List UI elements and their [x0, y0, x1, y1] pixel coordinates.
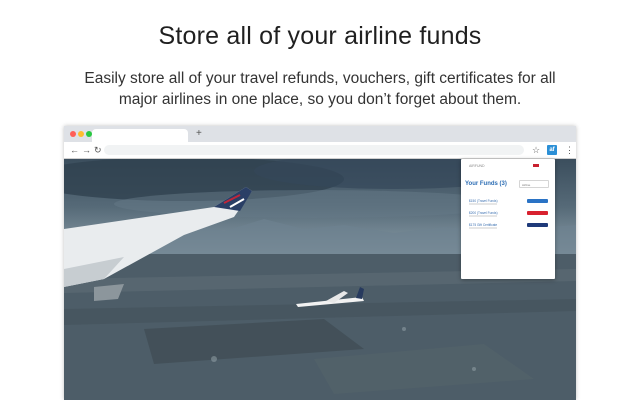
fund-detail-line [469, 227, 497, 229]
fund-item[interactable]: $175 Gift Certificate [469, 223, 551, 233]
airline-filter-select[interactable]: Airline [519, 180, 549, 188]
back-arrow-icon[interactable]: ← [70, 144, 79, 156]
fund-item[interactable]: $200 (Travel Funds) [469, 211, 551, 221]
popup-brand: AIRFUND [469, 164, 485, 168]
browser-tab[interactable] [92, 129, 188, 142]
browser-toolbar: ← → ↻ ☆ af ⋮ [64, 142, 576, 159]
forward-arrow-icon[interactable]: → [82, 144, 91, 156]
reload-icon[interactable]: ↻ [94, 144, 102, 156]
browser-window: + ← → ↻ ☆ af ⋮ AIRFUND Your Funds (3) Ai… [64, 126, 576, 400]
browser-menu-icon[interactable]: ⋮ [565, 144, 574, 156]
tab-strip: + [64, 126, 576, 142]
new-tab-icon[interactable]: + [196, 128, 202, 140]
fund-item[interactable]: $150 (Travel Funds) [469, 199, 551, 209]
airline-badge [527, 223, 548, 227]
subheadline: Easily store all of your travel refunds,… [84, 70, 556, 108]
airline-funds-extension-icon[interactable]: af [547, 145, 557, 155]
close-window-dot[interactable] [70, 131, 76, 137]
bookmark-star-icon[interactable]: ☆ [532, 144, 540, 156]
flag-icon [533, 164, 539, 167]
minimize-window-dot[interactable] [78, 131, 84, 137]
fund-detail-line [469, 203, 497, 205]
funds-title: Your Funds (3) [465, 181, 507, 187]
extension-popup: AIRFUND Your Funds (3) Airline $150 (Tra… [461, 159, 555, 279]
headline: Store all of your airline funds [158, 22, 482, 50]
airline-badge [527, 211, 548, 215]
address-bar[interactable] [104, 145, 524, 155]
airline-badge [527, 199, 548, 203]
fund-detail-line [469, 215, 497, 217]
